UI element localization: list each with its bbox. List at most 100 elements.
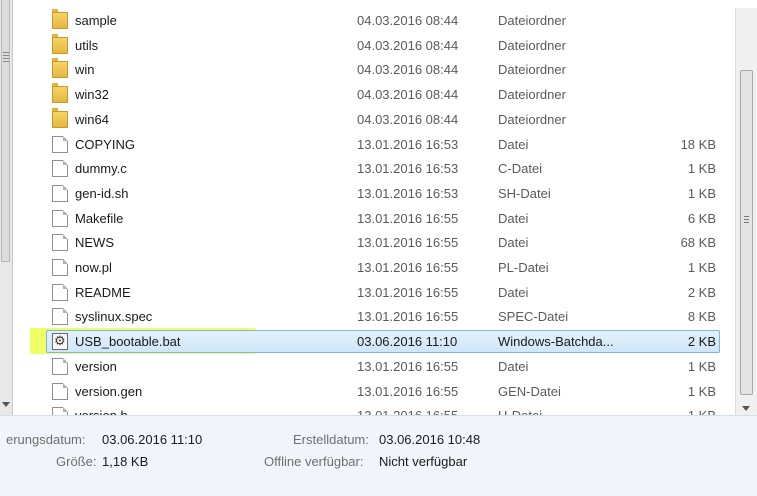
file-size: 1 KB <box>687 358 716 374</box>
file-type: Dateiordner <box>498 87 566 103</box>
file-type: SPEC-Datei <box>498 309 569 325</box>
details-pane: erungsdatum: 03.06.2016 11:10 Erstelldat… <box>0 415 757 496</box>
file-list: sample 04.03.2016 08:44 Dateiordner utils 04… <box>12 8 735 415</box>
file-row[interactable]: Makefile 13.01.2016 16:55 Datei 6 KB <box>12 206 735 231</box>
file-row[interactable]: win 04.03.2016 08:44 Dateiordner <box>12 57 735 82</box>
file-icon <box>52 209 68 227</box>
file-date: 13.01.2016 16:55 <box>357 383 459 399</box>
scroll-down-arrow-icon[interactable] <box>742 406 750 411</box>
file-name: utils <box>75 37 99 53</box>
file-row[interactable]: sample 04.03.2016 08:44 Dateiordner <box>12 8 735 33</box>
file-date: 13.01.2016 16:53 <box>357 185 459 201</box>
offline-value: Nicht verfügbar <box>379 454 468 469</box>
file-icon <box>52 357 68 375</box>
file-date: 13.01.2016 16:53 <box>357 161 459 177</box>
file-name: NEWS <box>75 235 114 251</box>
grip-icon <box>3 52 9 62</box>
file-icon <box>52 234 68 252</box>
file-date: 13.01.2016 16:55 <box>357 408 458 415</box>
file-date: 13.01.2016 16:53 <box>357 136 459 152</box>
file-date: 03.06.2016 11:10 <box>357 334 458 350</box>
size-value: 1,18 KB <box>102 454 149 469</box>
folder-icon <box>52 107 68 128</box>
file-name: now.pl <box>75 260 112 275</box>
file-type: Dateiordner <box>498 13 566 28</box>
file-size: 2 KB <box>687 284 716 300</box>
file-name: version.gen <box>75 383 143 399</box>
file-size: 18 KB <box>680 136 716 152</box>
file-icon <box>52 382 68 400</box>
folder-icon <box>52 9 68 29</box>
file-size: 68 KB <box>680 235 716 251</box>
file-size: 1 KB <box>688 408 716 415</box>
file-row[interactable]: now.pl 13.01.2016 16:55 PL-Datei 1 KB <box>12 255 735 280</box>
file-date: 13.01.2016 16:55 <box>357 284 459 300</box>
modified-value: 03.06.2016 11:10 <box>102 432 203 447</box>
file-name: USB_bootable.bat <box>75 334 181 350</box>
folder-icon <box>52 83 68 104</box>
file-name: dummy.c <box>75 161 127 177</box>
file-icon <box>52 184 68 202</box>
file-row[interactable]: utils 04.03.2016 08:44 Dateiordner <box>12 33 735 58</box>
file-date: 04.03.2016 08:44 <box>357 13 459 28</box>
file-type: H-Datei <box>498 408 542 415</box>
scroll-down-arrow-icon[interactable] <box>2 402 10 407</box>
file-type: Datei <box>498 284 529 300</box>
file-type: Datei <box>498 136 529 152</box>
batch-file-icon <box>52 333 68 351</box>
file-name: win32 <box>75 87 109 103</box>
file-size: 1 KB <box>687 260 716 275</box>
grip-icon <box>744 216 749 223</box>
file-row[interactable]: NEWS 13.01.2016 16:55 Datei 68 KB <box>12 230 735 255</box>
file-row[interactable]: syslinux.spec 13.01.2016 16:55 SPEC-Datei 8… <box>12 304 735 329</box>
file-row[interactable]: version.h 13.01.2016 16:55 H-Datei 1 KB <box>12 403 735 415</box>
file-icon <box>52 283 68 301</box>
file-name: sample <box>75 13 117 28</box>
file-row-selected[interactable]: USB_bootable.bat 03.06.2016 11:10 Windows-… <box>12 328 735 355</box>
explorer-window: sample 04.03.2016 08:44 Dateiordner utils 04… <box>0 0 757 496</box>
file-date: 13.01.2016 16:55 <box>357 210 459 226</box>
scrollbar-thumb[interactable] <box>740 70 753 395</box>
file-icon <box>52 259 68 276</box>
created-value: 03.06.2016 10:48 <box>379 432 481 447</box>
folder-icon <box>52 58 68 79</box>
file-date: 13.01.2016 16:55 <box>357 260 459 275</box>
file-row[interactable]: COPYING 13.01.2016 16:53 Datei 18 KB <box>12 132 735 157</box>
file-row[interactable]: dummy.c 13.01.2016 16:53 C-Datei 1 KB <box>12 156 735 181</box>
file-type: Datei <box>498 235 529 251</box>
file-row[interactable]: gen-id.sh 13.01.2016 16:53 SH-Datei 1 KB <box>12 181 735 206</box>
file-type: Dateiordner <box>498 62 566 78</box>
file-icon <box>52 160 68 178</box>
file-row[interactable]: version 13.01.2016 16:55 Datei 1 KB <box>12 354 735 379</box>
file-date: 04.03.2016 08:44 <box>357 62 459 78</box>
folder-icon <box>52 33 68 54</box>
file-row[interactable]: win64 04.03.2016 08:44 Dateiordner <box>12 107 735 132</box>
file-date: 13.01.2016 16:55 <box>357 235 459 251</box>
file-icon <box>52 308 68 326</box>
file-type: GEN-Datei <box>498 383 561 399</box>
left-scrollbar-thumb[interactable] <box>1 0 10 262</box>
created-label: Erstelldatum: <box>293 432 369 447</box>
file-name: version.h <box>75 408 128 415</box>
file-type: Dateiordner <box>498 111 566 127</box>
file-date: 13.01.2016 16:55 <box>357 358 459 374</box>
file-icon <box>52 135 68 153</box>
file-name: gen-id.sh <box>75 185 129 201</box>
file-date: 04.03.2016 08:44 <box>357 87 459 103</box>
file-date: 04.03.2016 08:44 <box>357 37 459 53</box>
size-label: Größe: <box>56 454 97 469</box>
file-name: version <box>75 358 117 374</box>
offline-label: Offline verfügbar: <box>264 454 364 469</box>
file-row[interactable]: win32 04.03.2016 08:44 Dateiordner <box>12 82 735 107</box>
file-type: Windows-Batchda... <box>498 334 614 350</box>
file-name: win64 <box>75 111 109 127</box>
file-row[interactable]: README 13.01.2016 16:55 Datei 2 KB <box>12 280 735 305</box>
file-icon <box>52 407 68 415</box>
file-type: PL-Datei <box>498 260 549 275</box>
file-size: 1 KB <box>687 383 716 399</box>
vertical-scrollbar[interactable] <box>735 8 757 415</box>
file-date: 04.03.2016 08:44 <box>357 111 459 127</box>
file-name: win <box>75 62 95 78</box>
file-size: 1 KB <box>687 185 716 201</box>
file-row[interactable]: version.gen 13.01.2016 16:55 GEN-Datei 1 KB <box>12 379 735 404</box>
